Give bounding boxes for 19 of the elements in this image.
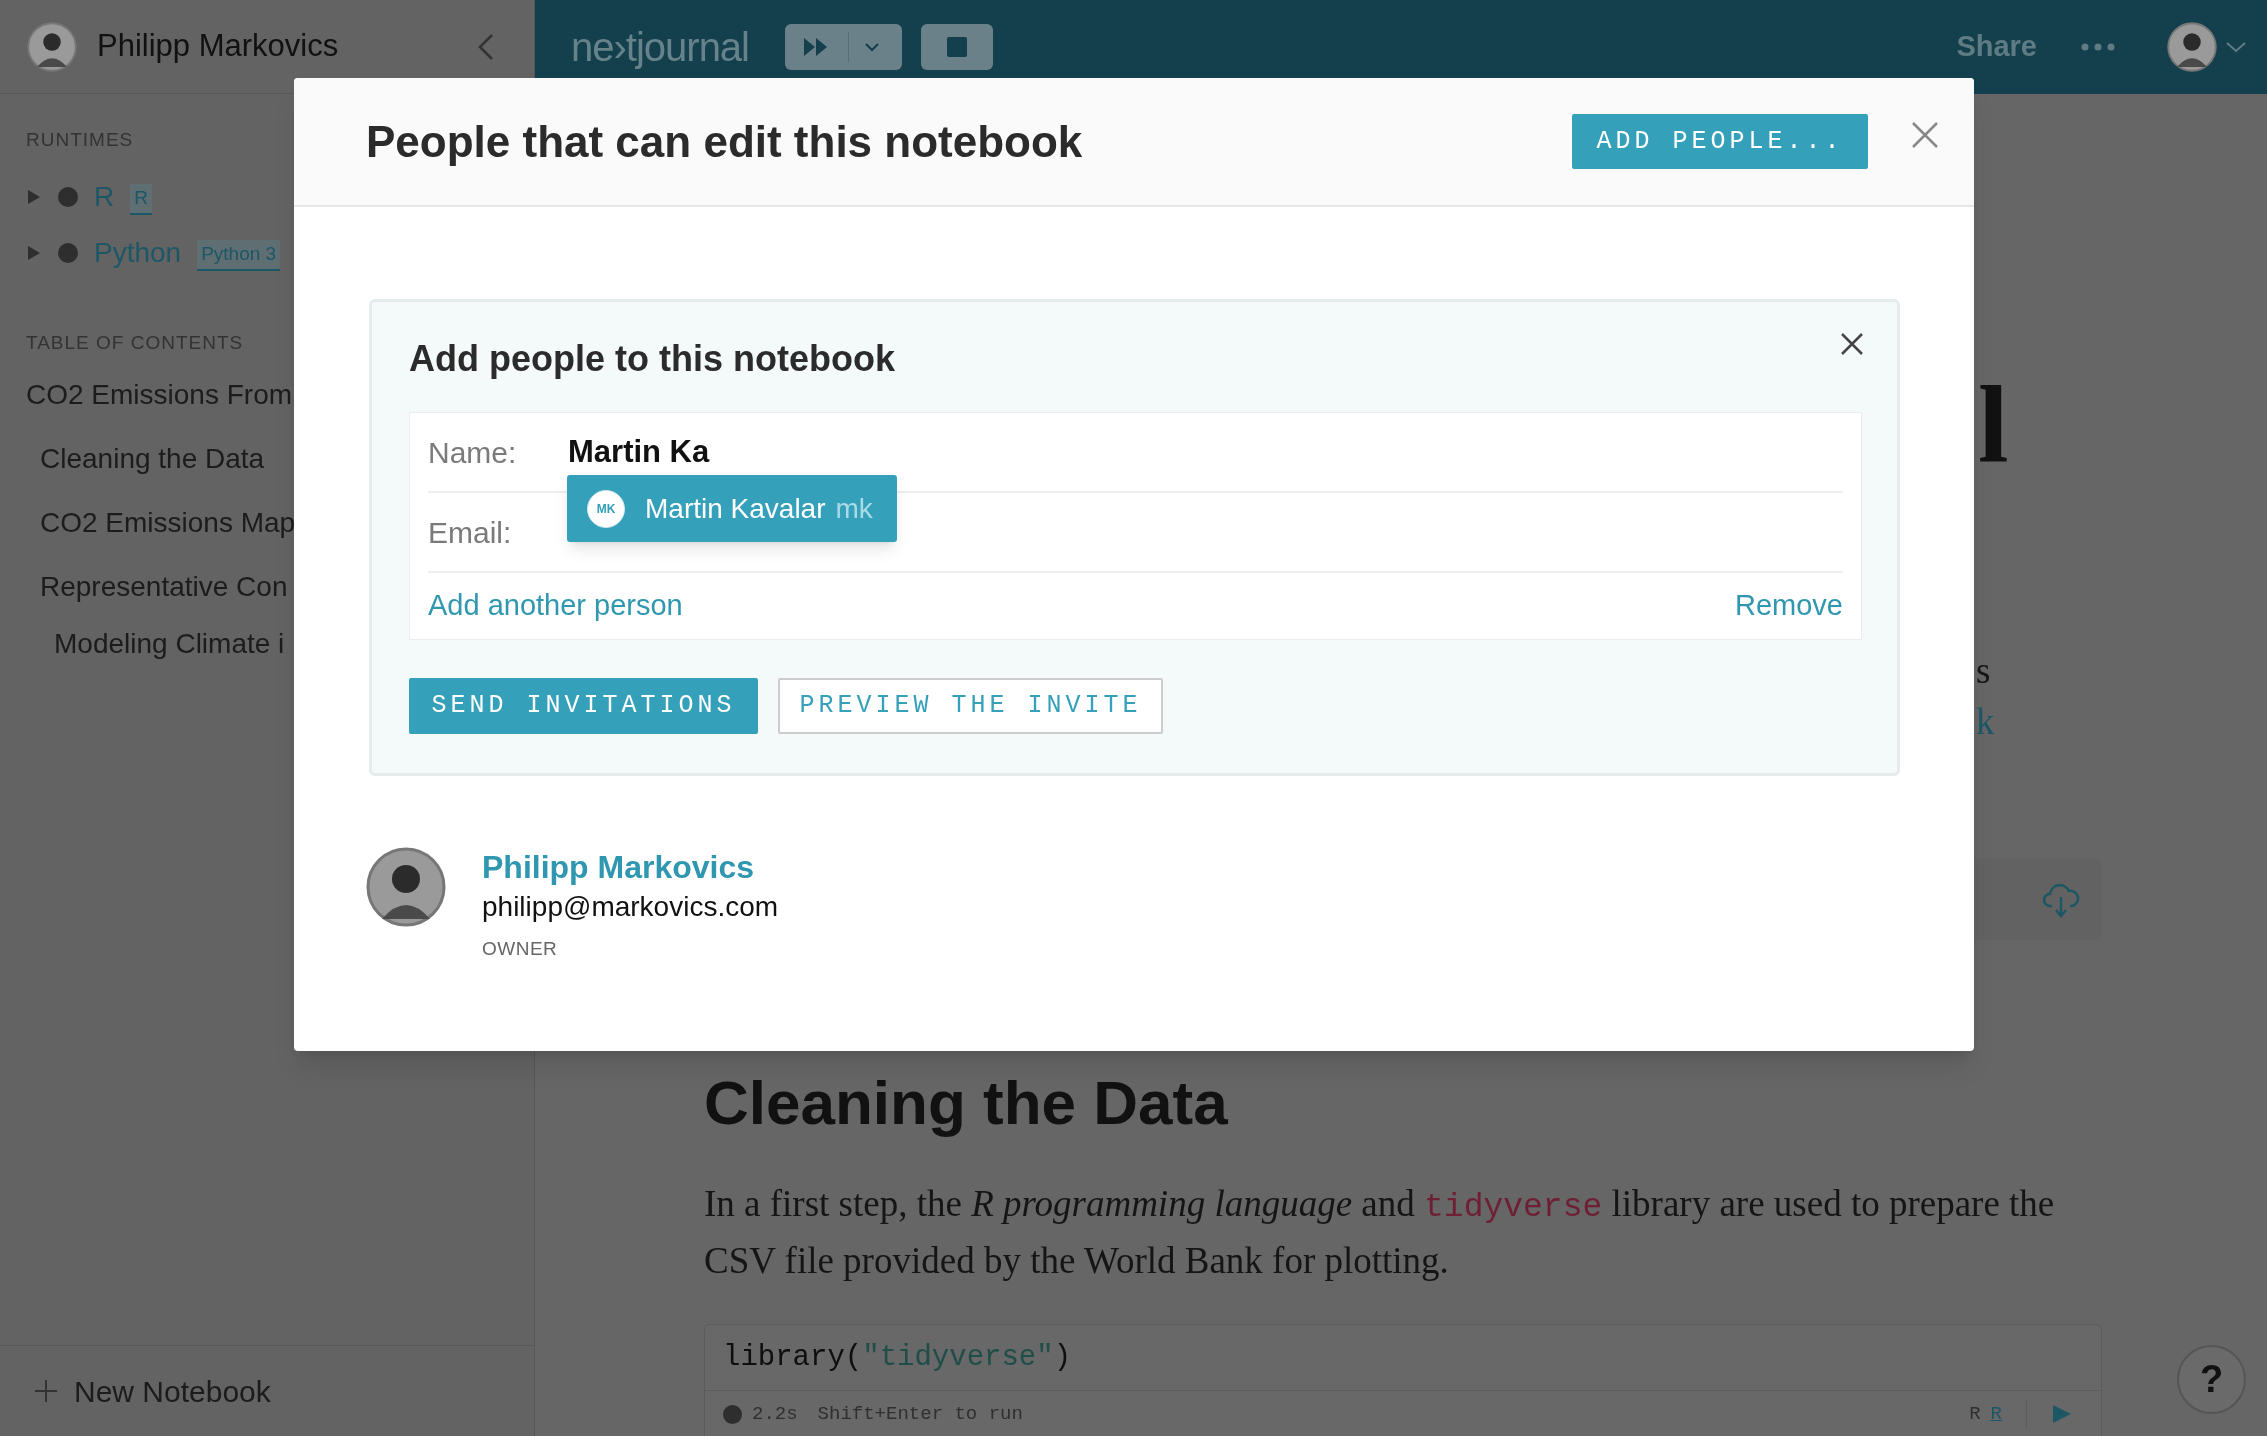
language-label: R <box>1969 1401 1981 1427</box>
initials-avatar: MK <box>587 489 625 528</box>
code-line: library("tidyverse") <box>705 1325 2101 1391</box>
field-label: Name: <box>428 434 518 471</box>
member-email: philipp@markovics.com <box>482 890 779 924</box>
user-name: Philipp Markovics <box>97 27 340 66</box>
dialog-title: People that can edit this notebook <box>366 115 1084 168</box>
suggestion-handle: mk <box>835 491 873 526</box>
run-hint: Shift+Enter to run <box>817 1401 1023 1427</box>
run-duration: 2.2s <box>752 1401 798 1427</box>
paragraph: In a first step, the R programming language and tidyverse library are used to prepare the CSV file provided by the World Bank for plotting. <box>704 1182 2056 1283</box>
title-fragment: l <box>1978 370 2009 480</box>
member-role: OWNER <box>482 937 559 961</box>
panel-title: Add people to this notebook <box>409 337 896 381</box>
logo: ne›tjournal <box>571 24 749 71</box>
suggestion-name: Martin Kavalar <box>645 491 826 526</box>
text-fragment: s <box>1976 652 1991 689</box>
section-title: Cleaning the Data <box>704 1067 1228 1139</box>
field-label: Email: <box>428 514 513 551</box>
